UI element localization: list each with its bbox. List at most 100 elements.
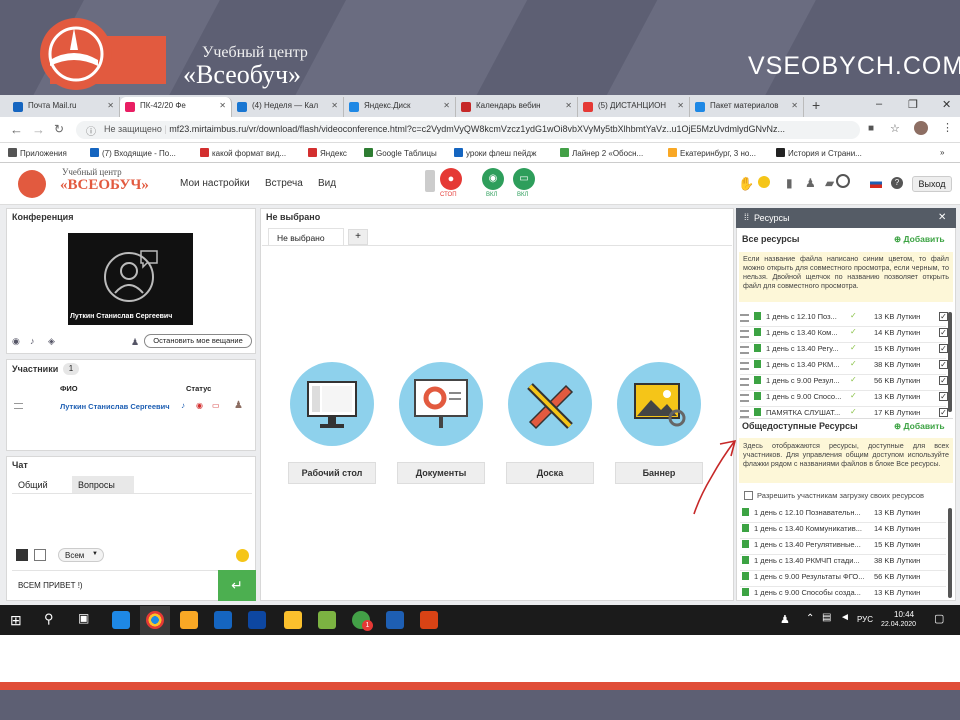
browser-tab[interactable]: Пакет материалов ✕ [690,97,804,117]
whiteboard-button[interactable]: Доска [506,462,594,484]
drag-handle-icon[interactable] [740,362,749,370]
share-checkbox[interactable]: ✓ [939,344,948,353]
desktop-share-button[interactable]: Рабочий стол [288,462,376,484]
resource-row[interactable]: 1 день с 13.40 РКМЧП стади... 38 KB Лутки… [740,555,952,571]
close-window-icon[interactable]: ✕ [942,98,951,111]
content-tab[interactable]: Не выбрано [268,228,344,245]
resource-row[interactable]: 1 день с 9.00 Способы созда... 13 KB Лутк… [740,587,952,603]
share-icon[interactable]: ✓ [850,343,857,352]
edge-icon[interactable] [112,611,130,629]
paint-icon[interactable] [318,611,336,629]
notifications-icon[interactable]: ▢ [934,612,944,625]
bookmark-item[interactable]: Google Таблицы [364,148,437,158]
close-icon[interactable]: ✕ [107,101,114,110]
bookmark-item[interactable]: Екатеринбург, 3 но... [668,148,756,158]
chat-recipient-select[interactable]: Всем ▼ [58,548,104,562]
browser-tab-active[interactable]: ПК-42/20 Фе ✕ [120,97,232,117]
microphone-button[interactable]: ● [440,168,462,190]
star-icon[interactable]: ☆ [890,122,900,135]
bookmark-item[interactable]: Лайнер 2 «Обосн... [560,148,643,158]
help-icon[interactable]: ? [891,177,903,189]
resource-row[interactable]: 1 день с 13.40 Регу... ✓ 15 KB Луткин ✓ [740,343,952,359]
chrome-icon[interactable] [146,611,164,629]
menu-settings[interactable]: Мои настройки [180,178,250,189]
powerpoint-icon[interactable] [420,611,438,629]
profile-avatar[interactable] [914,121,928,135]
chat-tab-questions[interactable]: Вопросы [72,476,134,493]
camera-button[interactable]: ◉ [482,168,504,190]
share-checkbox[interactable]: ✓ [939,392,948,401]
new-tab-button[interactable]: + [812,97,820,113]
add-public-resource-button[interactable]: ⊕ Добавить [894,421,945,432]
close-icon[interactable]: ✕ [219,101,226,110]
share-icon[interactable]: ✓ [850,391,857,400]
text-color-black[interactable] [16,549,28,561]
share-icon[interactable]: ✓ [850,327,857,336]
close-icon[interactable]: ✕ [938,212,946,223]
stop-broadcast-button[interactable]: Остановить мое вещание [144,334,252,348]
stats-icon[interactable]: ▮ [786,176,793,190]
browser-tab[interactable]: Календарь вебин ✕ [456,97,578,117]
bookmarks-more-icon[interactable]: » [940,148,944,157]
chat-message-input[interactable]: ВСЕМ ПРИВЕТ !) [12,570,218,600]
drag-handle-icon[interactable] [740,330,749,338]
chat-tab-general[interactable]: Общий [12,476,68,493]
documents-button[interactable]: Документы [397,462,485,484]
camera-icon[interactable]: ■ [868,123,874,134]
exit-button[interactable]: Выход [912,176,952,192]
share-icon[interactable]: ✓ [850,375,857,384]
task-view-icon[interactable]: ▣ [78,611,89,625]
bookmark-item[interactable]: какой формат вид... [200,148,286,158]
volume-small-icon[interactable]: ◈ [48,336,55,347]
share-checkbox[interactable]: ✓ [939,360,948,369]
minimize-icon[interactable]: – [876,98,882,110]
camera-small-icon[interactable]: ◉ [12,336,20,347]
maximize-icon[interactable]: ❐ [908,98,918,111]
volume-icon[interactable]: ◄ [840,612,850,623]
users-icon[interactable]: ♟ [805,176,816,190]
forward-icon[interactable]: → [32,122,45,137]
screen-share-button[interactable]: ▭ [513,168,535,190]
share-icon[interactable]: ✓ [850,407,857,416]
search-icon[interactable]: ⚲ [44,611,54,627]
network-icon[interactable]: ▤ [822,612,831,623]
drag-handle-icon[interactable] [740,314,749,322]
folder-icon[interactable]: ▰ [825,176,834,190]
share-checkbox[interactable]: ✓ [939,376,948,385]
record-icon[interactable] [836,174,850,188]
resource-row[interactable]: 1 день с 13.40 Ком... ✓ 14 KB Луткин ✓ [740,327,952,343]
windows-start-icon[interactable]: ⊞ [10,612,22,629]
share-checkbox[interactable]: ✓ [939,312,948,321]
browser-tab[interactable]: (5) ДИСТАНЦИОН ✕ [578,97,690,117]
drag-handle-icon[interactable] [740,378,749,386]
close-icon[interactable]: ✕ [443,101,450,110]
send-button[interactable]: ↵ [218,570,256,601]
resource-row[interactable]: 1 день с 12.10 Поз... ✓ 13 KB Луткин ✓ [740,311,952,327]
banner-tile[interactable] [617,362,701,446]
bookmark-item[interactable]: уроки флеш пейдж [454,148,536,158]
reload-icon[interactable]: ↻ [54,122,64,136]
browser-tab[interactable]: Яндекс.Диск ✕ [344,97,456,117]
browser-tab[interactable]: Почта Mail.ru ✕ [8,97,120,117]
resource-row[interactable]: 1 день с 12.10 Познавательн... 13 KB Лутк… [740,507,952,523]
resource-row[interactable]: 1 день с 13.40 Регулятивные... 15 KB Лутк… [740,539,952,555]
allow-upload-checkbox[interactable] [744,491,753,500]
emoji-picker-icon[interactable] [236,549,249,562]
bookmark-item[interactable]: Яндекс [308,148,347,158]
drag-handle-icon[interactable] [14,403,23,409]
raise-hand-icon[interactable]: ✋ [738,176,754,192]
emoji-icon[interactable] [758,176,770,188]
public-resources-scrollbar[interactable] [948,508,952,598]
close-icon[interactable]: ✕ [791,101,798,110]
drag-handle-icon[interactable] [740,394,749,402]
share-icon[interactable]: ✓ [850,359,857,368]
share-icon[interactable]: ✓ [850,311,857,320]
close-icon[interactable]: ✕ [565,101,572,110]
share-checkbox[interactable]: ✓ [939,328,948,337]
clock-date[interactable]: 22.04.2020 [881,621,916,628]
resource-row[interactable]: 1 день с 9.00 Спосо... ✓ 13 KB Луткин ✓ [740,391,952,407]
word-icon[interactable] [386,611,404,629]
share-checkbox[interactable]: ✓ [939,408,948,417]
text-color-white[interactable] [34,549,46,561]
menu-view[interactable]: Вид [318,178,336,189]
